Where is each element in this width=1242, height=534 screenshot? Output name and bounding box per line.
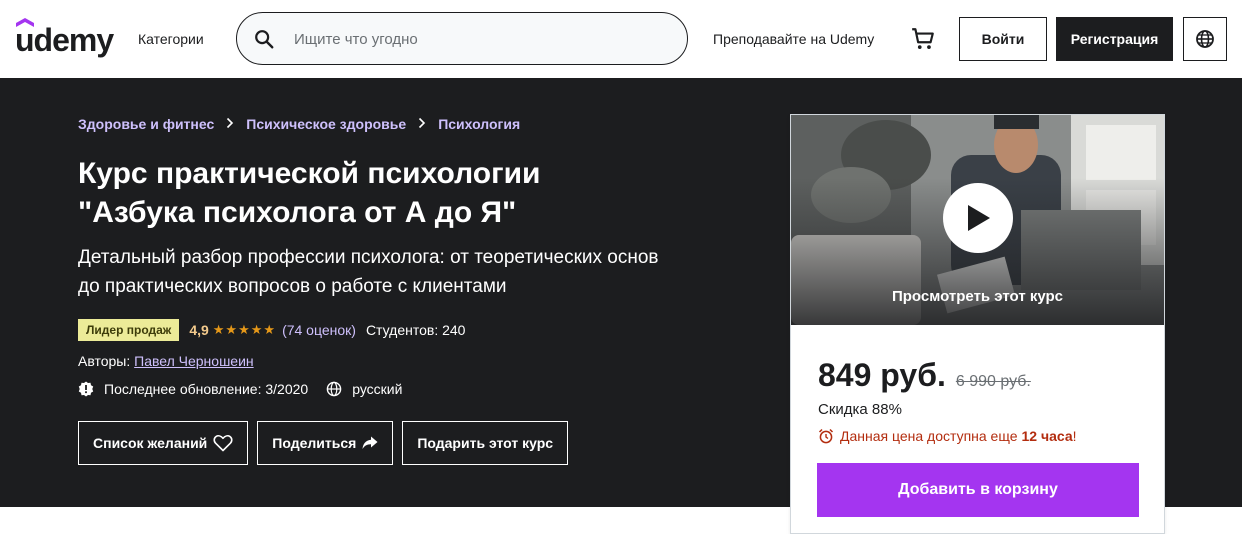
course-actions: Список желаний Поделиться Подарить этот … <box>78 421 577 465</box>
author-link[interactable]: Павел Черношеин <box>134 353 254 369</box>
original-price: 6 990 руб. <box>955 373 1031 390</box>
timer-text: Данная цена доступна еще <box>840 428 1018 444</box>
course-preview[interactable]: Просмотреть этот курс <box>791 115 1164 325</box>
course-rating-row: Лидер продаж 4,9 ★★★★★ (74 оценок) Студе… <box>78 318 465 341</box>
share-arrow-icon <box>362 436 378 449</box>
rating-stars: ★★★★★ <box>212 321 277 337</box>
bestseller-badge: Лидер продаж <box>78 318 180 341</box>
authors-label: Авторы: <box>78 353 131 369</box>
last-updated: Последнее обновление: 3/2020 <box>104 381 309 397</box>
login-button[interactable]: Войти <box>959 17 1047 61</box>
cart-icon[interactable] <box>910 26 936 52</box>
breadcrumb-item-psychology[interactable]: Психология <box>438 116 520 132</box>
course-meta-row: Последнее обновление: 3/2020 русский <box>78 381 402 397</box>
timer-end: ! <box>1072 428 1077 444</box>
language-button[interactable] <box>1183 17 1227 61</box>
course-subtitle-line-1: Детальный разбор профессии психолога: от… <box>78 247 659 268</box>
wishlist-label: Список желаний <box>93 435 208 451</box>
search-bar[interactable] <box>236 12 688 65</box>
alarm-clock-icon <box>818 428 834 444</box>
globe-icon <box>326 381 342 397</box>
discount-percent: Скидка 88% <box>818 401 902 418</box>
course-authors: Авторы: Павел Черношеин <box>78 353 254 369</box>
share-button[interactable]: Поделиться <box>257 421 394 465</box>
play-icon[interactable] <box>943 183 1013 253</box>
price-row: 849 руб. 6 990 руб. <box>818 357 1031 394</box>
timer-hours: 12 часа <box>1021 428 1073 444</box>
price-timer: Данная цена доступна еще 12 часа ! <box>818 428 1077 444</box>
purchase-card: Просмотреть этот курс 849 руб. 6 990 руб… <box>790 114 1165 534</box>
logo-text: udemy <box>15 22 114 58</box>
signup-button[interactable]: Регистрация <box>1056 17 1173 61</box>
breadcrumb-item-mental-health[interactable]: Психическое здоровье <box>246 116 406 132</box>
gift-course-button[interactable]: Подарить этот курс <box>402 421 569 465</box>
teach-on-udemy-link[interactable]: Преподавайте на Udemy <box>713 31 874 47</box>
breadcrumb-item-health[interactable]: Здоровье и фитнес <box>78 116 214 132</box>
course-title-line-2: "Азбука психолога от А до Я" <box>78 196 517 229</box>
preview-label[interactable]: Просмотреть этот курс <box>791 288 1164 305</box>
chevron-right-icon <box>418 116 426 132</box>
globe-icon <box>1196 30 1214 48</box>
chevron-right-icon <box>226 116 234 132</box>
course-title-line-1: Курс практической психологии <box>78 157 541 190</box>
students-count: Студентов: 240 <box>365 321 466 338</box>
top-header: udemy Категории Преподавайте на Udemy Во… <box>0 0 1242 78</box>
rating-value: 4,9 <box>189 321 209 338</box>
add-to-cart-button[interactable]: Добавить в корзину <box>817 463 1139 517</box>
course-subtitle-line-2: до практических вопросов о работе с клие… <box>78 276 507 297</box>
course-subtitle: Детальный разбор профессии психолога: от… <box>78 243 738 301</box>
search-icon[interactable] <box>253 28 275 50</box>
search-input[interactable] <box>294 27 674 51</box>
heart-icon <box>213 435 233 452</box>
rating-count-link[interactable]: (74 оценок) <box>282 322 356 338</box>
wishlist-button[interactable]: Список желаний <box>78 421 249 465</box>
breadcrumb: Здоровье и фитнес Психическое здоровье П… <box>78 116 520 132</box>
course-title: Курс практической психологии "Азбука пси… <box>78 154 758 232</box>
share-label: Поделиться <box>272 435 357 451</box>
categories-link[interactable]: Категории <box>138 31 204 47</box>
course-language: русский <box>352 381 403 397</box>
update-alert-icon <box>78 381 94 397</box>
current-price: 849 руб. <box>818 357 946 393</box>
